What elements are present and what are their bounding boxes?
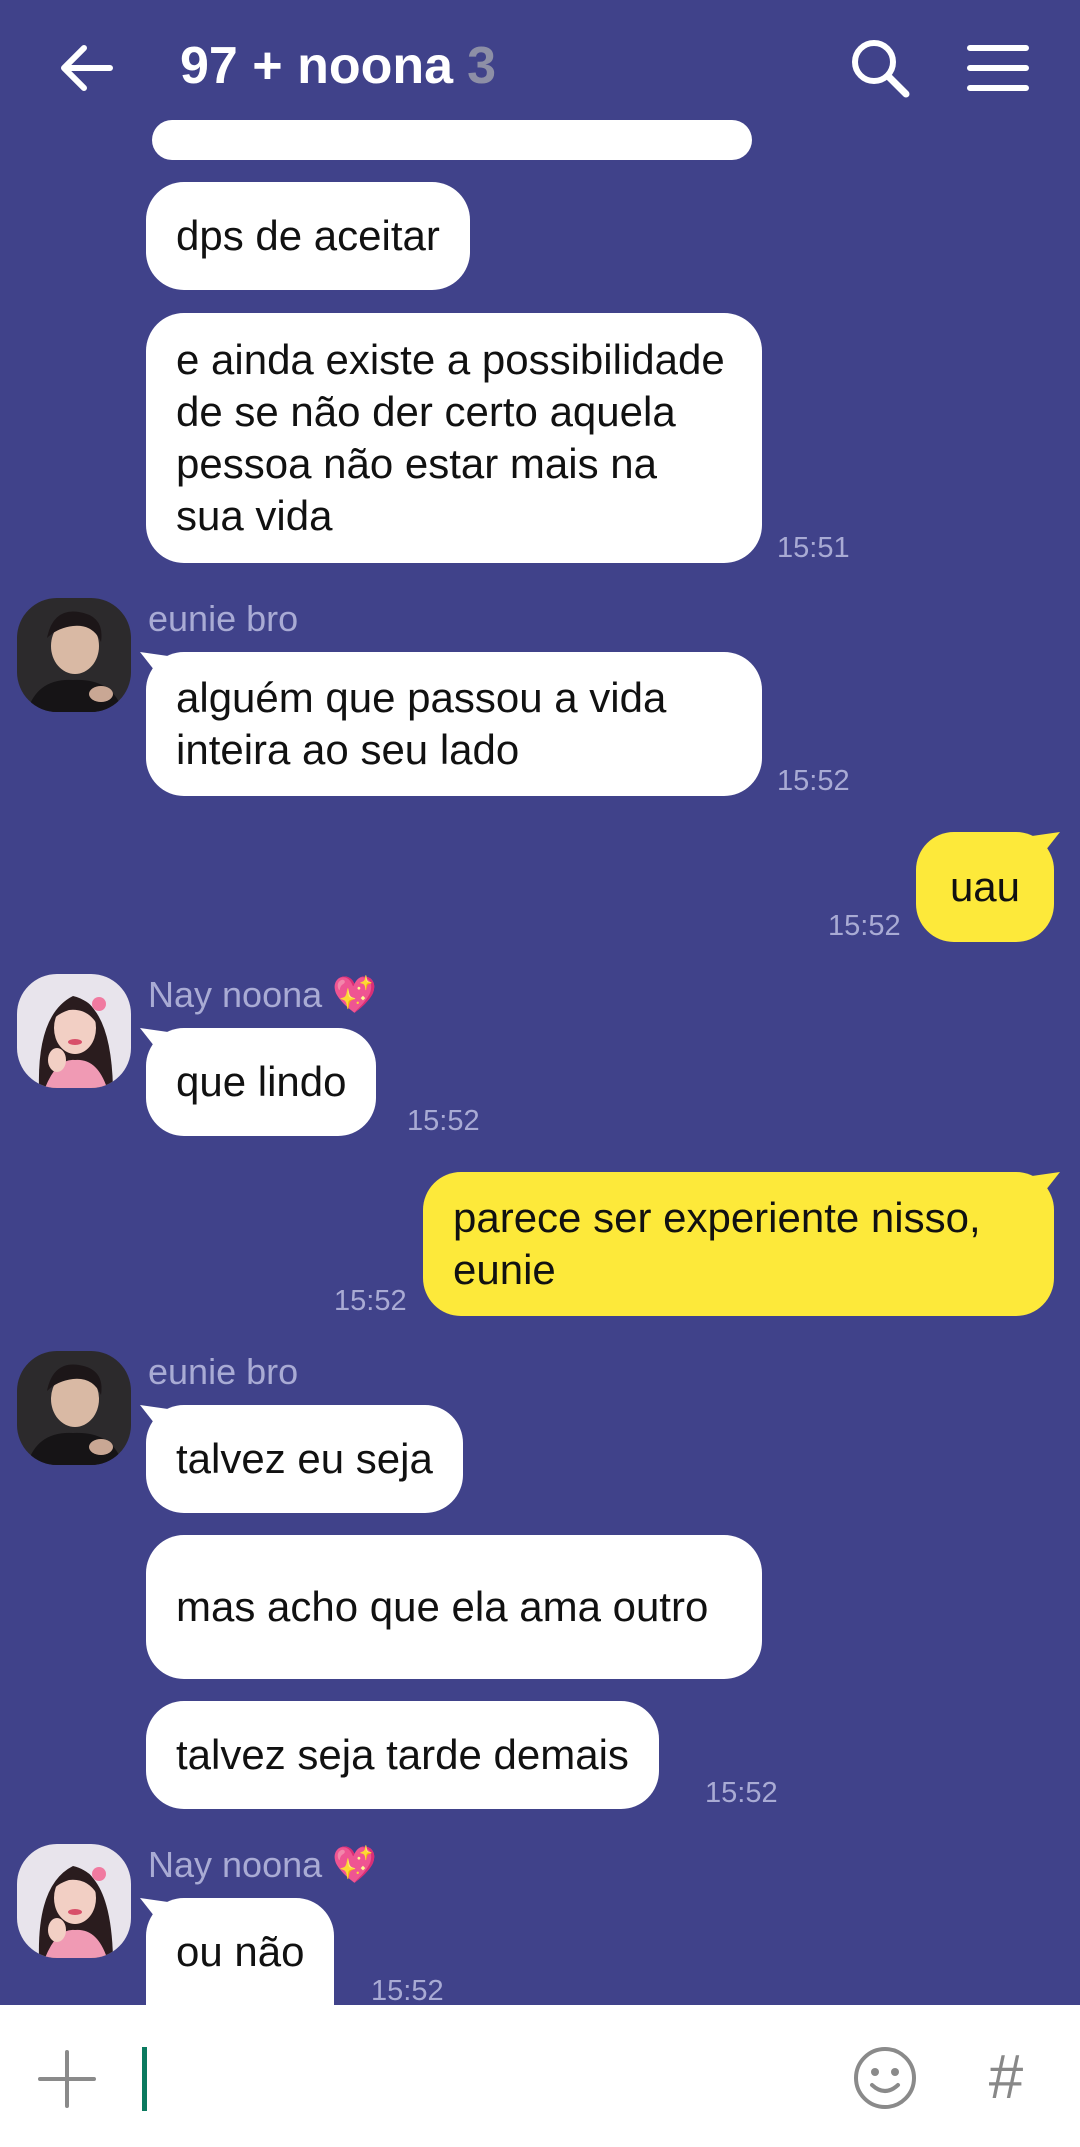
message-time: 15:52 — [334, 1285, 407, 1317]
avatar-eunie-image — [17, 598, 131, 712]
message-bubble[interactable]: talvez seja tarde demais — [146, 1701, 659, 1809]
message-input[interactable] — [142, 2047, 147, 2111]
sender-name: Nay noona 💖 — [148, 1844, 377, 1885]
message-bubble[interactable]: mas acho que ela ama outro — [146, 1535, 762, 1679]
message-bubble[interactable]: e ainda existe a possibilidade de se não… — [146, 313, 762, 563]
message-text: mas acho que ela ama outro — [176, 1583, 709, 1630]
message-text: uau — [949, 863, 1021, 910]
sender-name: Nay noona 💖 — [148, 974, 377, 1015]
message-time: 15:52 — [705, 1777, 778, 1809]
bubble-tail — [1032, 832, 1060, 860]
avatar-nay-image — [17, 1844, 131, 1958]
hashtag-button[interactable]: # — [978, 2043, 1034, 2113]
bubble-tail — [140, 1028, 168, 1056]
avatar[interactable] — [17, 1351, 131, 1465]
message-bubble[interactable]: parece ser experiente nisso, eunie — [423, 1172, 1054, 1316]
message-text: parece ser experiente nisso, eunie — [453, 1194, 981, 1293]
message-bubble[interactable]: que lindo — [146, 1028, 377, 1136]
bubble-tail — [140, 652, 168, 680]
avatar[interactable] — [17, 598, 131, 712]
message-text: que lindo — [176, 1058, 347, 1105]
avatar-nay-image — [17, 974, 131, 1088]
plus-icon — [38, 2050, 96, 2108]
menu-icon — [967, 45, 1029, 91]
message-time: 15:52 — [777, 765, 850, 797]
message-bubble[interactable]: alguém que passou a vida inteira ao seu … — [146, 652, 762, 796]
message-text: talvez seja tarde demais — [176, 1731, 629, 1778]
message-time: 15:52 — [371, 1975, 444, 2007]
message-text: talvez eu seja — [176, 1435, 433, 1482]
avatar[interactable] — [17, 1844, 131, 1958]
message-time: 15:51 — [777, 532, 850, 564]
chat-title: 97 + noona 3 — [180, 36, 496, 96]
search-icon — [852, 40, 910, 98]
avatar[interactable] — [17, 974, 131, 1088]
message-input-bar: # — [0, 2005, 1080, 2147]
back-button[interactable] — [52, 32, 124, 104]
menu-button[interactable] — [962, 32, 1034, 104]
message-text: dps de aceitar — [176, 212, 440, 259]
message-bubble[interactable]: dps de aceitar — [146, 182, 470, 290]
emoji-button[interactable] — [852, 2045, 918, 2111]
avatar-eunie-image — [17, 1351, 131, 1465]
attach-button[interactable] — [38, 2050, 96, 2108]
message-time: 15:52 — [828, 910, 901, 942]
bubble-tail — [1032, 1172, 1060, 1200]
chat-header: 97 + noona 3 — [0, 0, 1080, 132]
sender-name: eunie bro — [148, 598, 299, 639]
sender-name: eunie bro — [148, 1351, 299, 1392]
message-time: 15:52 — [407, 1105, 480, 1137]
chat-name: 97 + noona — [180, 37, 454, 95]
message-bubble[interactable]: ou não — [146, 1898, 335, 2006]
message-bubble[interactable]: talvez eu seja — [146, 1405, 463, 1513]
member-count: 3 — [467, 37, 496, 95]
emoji-icon — [854, 2047, 916, 2109]
message-text: e ainda existe a possibilidade de se não… — [176, 336, 725, 539]
search-button[interactable] — [844, 32, 916, 104]
bubble-tail — [140, 1405, 168, 1433]
bubble-tail — [140, 1898, 168, 1926]
arrow-left-icon — [61, 45, 113, 91]
message-text: alguém que passou a vida inteira ao seu … — [176, 674, 667, 773]
message-bubble[interactable] — [152, 120, 752, 160]
message-text: ou não — [176, 1928, 305, 1975]
